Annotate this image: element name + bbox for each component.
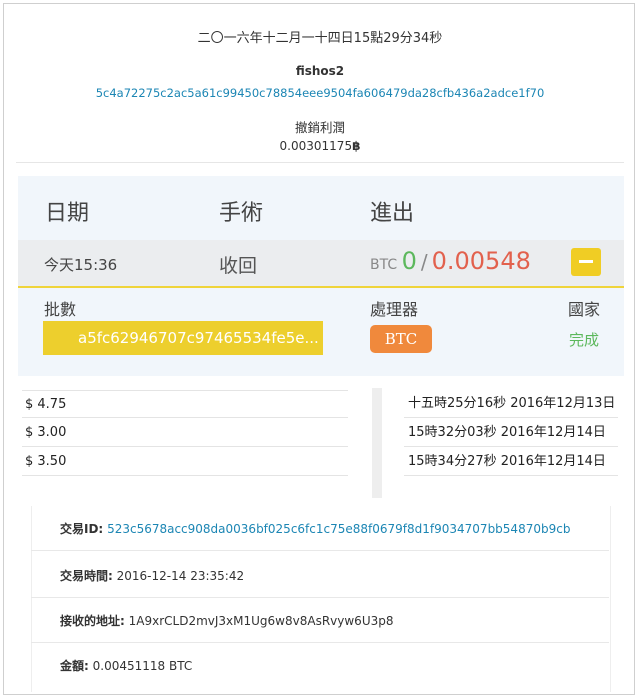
detail-txid: 交易ID: 523c5678acc908da0036bf025c6fc1c75e… xyxy=(31,520,609,537)
collapse-button[interactable] xyxy=(571,248,601,276)
row-currency: BTC xyxy=(370,257,398,273)
minus-icon xyxy=(579,260,593,263)
row-operation: 收回 xyxy=(219,255,258,277)
scrollbar[interactable] xyxy=(372,388,382,498)
header-divider xyxy=(16,162,624,163)
detail-amount: 金額: 0.00451118 BTC xyxy=(31,657,609,674)
time-label: 交易時間: xyxy=(60,569,113,583)
status-text: 完成 xyxy=(569,331,600,349)
batch-id-field[interactable]: a5fc62946707c97465534fe5e... xyxy=(43,321,323,355)
time-row: 15時34分27秒 2016年12月14日 xyxy=(404,448,618,476)
time-row: 15時32分03秒 2016年12月14日 xyxy=(404,419,618,447)
profit-value: 0.00301175 xyxy=(279,139,353,153)
detail-address: 接收的地址: 1A9xrCLD2mvJ3xM1Ug6w8v8AsRvyw6U3p… xyxy=(31,612,609,629)
detail-time: 交易時間: 2016-12-14 23:35:42 xyxy=(31,567,609,584)
address-label: 接收的地址: xyxy=(60,614,125,628)
header-date: 二〇一六年十二月一十四日15點29分34秒 xyxy=(197,31,443,46)
column-header-inout: 進出 xyxy=(370,201,415,226)
amount-value: 0.00451118 BTC xyxy=(92,659,193,673)
country-label: 國家 xyxy=(568,300,601,319)
detail-divider xyxy=(31,642,609,643)
address-value: 1A9xrCLD2mvJ3xM1Ug6w8v8AsRvyw6U3p8 xyxy=(128,614,394,628)
profit-amount: 0.00301175฿ xyxy=(0,139,640,153)
header-hash-link[interactable]: 5c4a72275c2ac5a61c99450c78854eee9504fa60… xyxy=(0,86,640,100)
processor-label: 處理器 xyxy=(370,300,419,319)
time-value: 2016-12-14 23:35:42 xyxy=(116,569,245,583)
price-row: $ 3.50 xyxy=(22,448,348,476)
time-row: 十五時25分16秒 2016年12月13日 xyxy=(404,390,618,418)
row-in-value: 0 xyxy=(401,247,417,275)
price-row: $ 4.75 xyxy=(22,390,348,418)
row-date: 今天15:36 xyxy=(44,256,118,274)
txid-link[interactable]: 523c5678acc908da0036bf025c6fc1c75e88f067… xyxy=(107,522,570,536)
processor-badge: BTC xyxy=(370,325,432,353)
row-separator: / xyxy=(420,250,428,274)
btc-symbol-icon: ฿ xyxy=(352,139,361,153)
txid-label: 交易ID: xyxy=(60,522,104,536)
batch-label: 批數 xyxy=(44,300,77,319)
row-out-value: 0.00548 xyxy=(431,247,531,275)
amount-label: 金額: xyxy=(60,659,89,673)
header-username: fishos2 xyxy=(295,64,345,78)
profit-label: 撤銷利潤 xyxy=(294,120,345,135)
detail-divider xyxy=(31,597,609,598)
detail-divider xyxy=(31,550,609,551)
column-header-date: 日期 xyxy=(45,201,90,226)
price-row: $ 3.00 xyxy=(22,419,348,447)
column-header-operation: 手術 xyxy=(219,201,264,226)
row-amount: BTC 0/0.00548 xyxy=(370,247,531,275)
